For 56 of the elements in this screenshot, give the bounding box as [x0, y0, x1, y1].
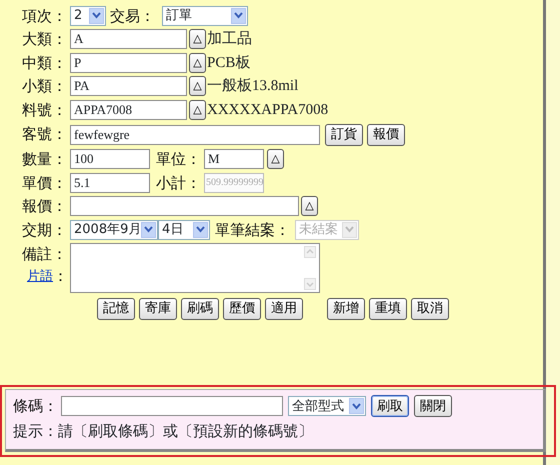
- hint-text: 提示：請〔刷取條碼〕或〔預設新的條碼號〕: [13, 420, 314, 442]
- lookup-button[interactable]: △: [189, 52, 206, 73]
- phrase-link[interactable]: 片語: [27, 266, 53, 286]
- field-label: 條碼：: [13, 396, 59, 417]
- field-label: 小計：: [156, 172, 202, 194]
- select-field[interactable]: 全部型式: [288, 396, 366, 416]
- order-button[interactable]: 報價: [367, 124, 405, 146]
- category-description: XXXXXAPPA7008: [207, 100, 328, 120]
- text-field[interactable]: PA: [70, 76, 187, 96]
- lookup-button[interactable]: △: [189, 29, 206, 50]
- lookup-button[interactable]: △: [189, 76, 206, 96]
- field-label: 小類：: [22, 76, 68, 97]
- text-field[interactable]: P: [70, 52, 187, 73]
- field-label: 單位：: [156, 149, 202, 170]
- action-button[interactable]: 取消: [411, 298, 449, 320]
- action-button[interactable]: 寄庫: [139, 298, 177, 320]
- lookup-button[interactable]: △: [267, 149, 284, 170]
- category-description: 一般板13.8mil: [207, 76, 298, 96]
- field-label: 交期：: [22, 220, 68, 240]
- field-label: 單筆結案：: [215, 220, 291, 240]
- category-description: 加工品: [207, 30, 252, 49]
- text-field[interactable]: APPA7008: [70, 100, 187, 120]
- order-button[interactable]: 訂貨: [325, 124, 363, 146]
- select-field[interactable]: 2008年9月: [70, 220, 158, 240]
- select-field[interactable]: 2: [70, 6, 106, 26]
- action-button[interactable]: 新增: [327, 298, 365, 320]
- text-field[interactable]: [70, 196, 299, 216]
- action-button[interactable]: 刷碼: [181, 298, 219, 320]
- field-label: 備註：: [22, 244, 68, 264]
- field-label: 中類：: [22, 52, 68, 74]
- text-field[interactable]: fewfewgre: [70, 124, 320, 144]
- popup-button[interactable]: 刷取: [371, 395, 409, 418]
- action-button[interactable]: 適用: [265, 298, 303, 320]
- field-label: 項次：: [22, 6, 68, 26]
- text-field[interactable]: [61, 396, 283, 416]
- action-button[interactable]: 重填: [369, 298, 407, 320]
- field-label: 交易：: [110, 6, 156, 26]
- field-label: 單價：: [22, 172, 68, 194]
- action-button[interactable]: 歷價: [223, 298, 261, 320]
- category-description: PCB板: [207, 54, 250, 72]
- select-field[interactable]: 訂單: [162, 6, 248, 26]
- select-field[interactable]: 4日: [158, 220, 210, 240]
- field-label: 客號：: [22, 124, 68, 146]
- text-field[interactable]: M: [204, 149, 264, 170]
- lookup-button[interactable]: △: [301, 196, 318, 216]
- text-field[interactable]: A: [70, 29, 187, 50]
- field-label: ：: [53, 266, 68, 287]
- field-label: 報價：: [22, 196, 68, 217]
- popup-button[interactable]: 關閉: [414, 395, 452, 418]
- lookup-button[interactable]: △: [189, 100, 206, 120]
- action-button[interactable]: 記憶: [97, 298, 135, 320]
- field-label: 料號：: [22, 100, 68, 120]
- field-label: 大類：: [22, 29, 68, 50]
- text-field[interactable]: 5.1: [70, 172, 150, 193]
- text-field[interactable]: 100: [70, 149, 150, 170]
- field-label: 數量：: [22, 149, 68, 170]
